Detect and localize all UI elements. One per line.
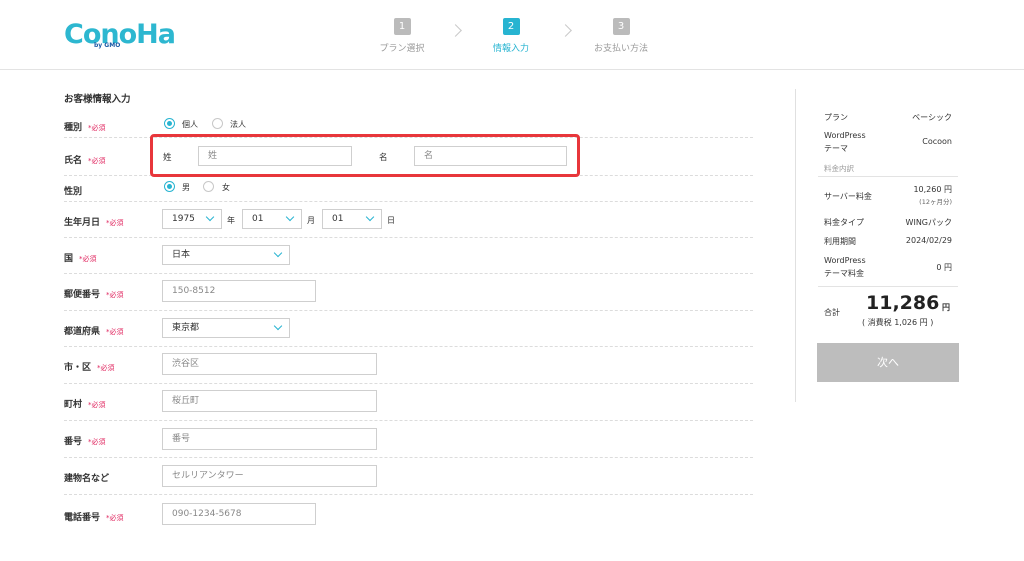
summary-fee-type: 料金タイプ WINGパック [818, 217, 958, 229]
step-number: 1 [393, 18, 411, 35]
summary-key: サーバー料金 [824, 192, 872, 201]
chevron-down-icon [273, 321, 283, 331]
step-number: 3 [612, 18, 630, 35]
row-number: 番号 *必須 番号 [64, 420, 753, 458]
row-city: 市・区 *必須 渋谷区 [64, 346, 753, 384]
summary-key: テーマ [824, 144, 848, 153]
step-label: 情報入力 [492, 44, 529, 54]
divider [818, 286, 958, 287]
summary-value: 0 円 [936, 263, 952, 272]
field-label: 氏名 *必須 [64, 156, 106, 166]
radio-male[interactable] [164, 181, 175, 192]
summary-key: WordPress [824, 256, 866, 265]
field-label: 市・区 *必須 [64, 363, 115, 373]
prefecture-select[interactable]: 東京都 [162, 318, 290, 338]
total-label: 合計 [824, 308, 840, 317]
town-input[interactable]: 桜丘町 [162, 390, 377, 412]
summary-value: Cocoon [922, 137, 952, 146]
summary-key: テーマ料金 [824, 269, 864, 278]
row-town: 町村 *必須 桜丘町 [64, 383, 753, 421]
step-label: プラン選択 [379, 44, 425, 54]
birth-day-select[interactable]: 01 [322, 209, 382, 229]
step-payment: 3 お支払い方法 [581, 18, 661, 54]
summary-plan: プラン ベーシック [818, 112, 958, 124]
summary-key: 利用期間 [824, 237, 856, 246]
chevron-down-icon [285, 212, 295, 222]
chevron-down-icon [273, 248, 283, 258]
year-unit: 年 [227, 216, 235, 225]
radio-label: 法人 [230, 120, 246, 129]
step-label: お支払い方法 [593, 44, 648, 54]
radio-label: 女 [222, 183, 230, 192]
day-unit: 日 [387, 216, 395, 225]
chevron-right-icon [559, 24, 572, 37]
row-postal: 郵便番号 *必須 150-8512 [64, 273, 753, 311]
city-input[interactable]: 渋谷区 [162, 353, 377, 375]
breakdown-label: 料金内訳 [824, 164, 854, 173]
step-info: 2 情報入力 [471, 18, 551, 54]
total-unit: 円 [942, 303, 950, 312]
sidebar-divider [795, 89, 796, 402]
total-amount: 11,286 [866, 292, 940, 314]
chevron-right-icon [449, 24, 462, 37]
field-label: 建物名など [64, 474, 110, 484]
row-country: 国 *必須 日本 [64, 237, 753, 274]
header: ConoHa by GMO 1 プラン選択 2 情報入力 3 お支払い方法 [0, 0, 1024, 70]
radio-corporate[interactable] [212, 118, 223, 129]
highlight-box [150, 134, 580, 177]
next-button[interactable]: 次へ [817, 343, 959, 382]
field-label: 町村 *必須 [64, 400, 106, 410]
building-input[interactable]: セルリアンタワー [162, 465, 377, 487]
birth-year-select[interactable]: 1975 [162, 209, 222, 229]
phone-input[interactable]: 090-1234-5678 [162, 503, 316, 525]
summary-value: ベーシック [912, 113, 952, 122]
country-select[interactable]: 日本 [162, 245, 290, 265]
radio-individual[interactable] [164, 118, 175, 129]
divider [818, 176, 958, 177]
row-gender: 性別 男 女 [64, 175, 753, 202]
summary-key: プラン [824, 113, 848, 122]
address-number-input[interactable]: 番号 [162, 428, 377, 450]
row-birthday: 生年月日 *必須 1975 年 01 月 01 日 [64, 201, 753, 238]
radio-female[interactable] [203, 181, 214, 192]
form-title: お客様情報入力 [64, 94, 131, 105]
chevron-down-icon [365, 212, 375, 222]
summary-theme-fee: WordPress テーマ料金 0 円 [818, 256, 958, 280]
summary-period: 利用期間 2024/02/29 [818, 236, 958, 248]
tax-amount: ( 消費税 1,026 円 ) [862, 318, 934, 327]
summary-theme: WordPress テーマ Cocoon [818, 131, 958, 155]
summary-value: 10,260 円 [913, 185, 952, 194]
step-number: 2 [502, 18, 520, 35]
summary-value: WINGパック [905, 218, 952, 227]
field-label: 国 *必須 [64, 254, 97, 264]
row-building: 建物名など セルリアンタワー [64, 457, 753, 495]
summary-value: 2024/02/29 [905, 236, 952, 245]
field-label: 都道府県 *必須 [64, 327, 124, 337]
field-label: 性別 [64, 187, 83, 197]
radio-label: 個人 [182, 120, 198, 129]
radio-label: 男 [182, 183, 190, 192]
step-plan: 1 プラン選択 [362, 18, 442, 54]
conoha-logo[interactable]: ConoHa by GMO [64, 18, 176, 54]
field-label: 郵便番号 *必須 [64, 290, 124, 300]
chevron-down-icon [205, 212, 215, 222]
field-label: 電話番号 *必須 [64, 513, 124, 523]
logo-subtext: by GMO [94, 42, 121, 49]
summary-key: 料金タイプ [824, 218, 864, 227]
field-label: 種別 *必須 [64, 123, 106, 133]
postal-code-input[interactable]: 150-8512 [162, 280, 316, 302]
birth-month-select[interactable]: 01 [242, 209, 302, 229]
field-label: 番号 *必須 [64, 437, 106, 447]
row-phone: 電話番号 *必須 090-1234-5678 [64, 494, 753, 531]
summary-key: WordPress [824, 131, 866, 140]
month-unit: 月 [307, 216, 315, 225]
summary-server-fee: サーバー料金 10,260 円 (12ヶ月分) [818, 184, 958, 208]
field-label: 生年月日 *必須 [64, 218, 124, 228]
summary-note: (12ヶ月分) [919, 198, 952, 206]
row-prefecture: 都道府県 *必須 東京都 [64, 310, 753, 347]
